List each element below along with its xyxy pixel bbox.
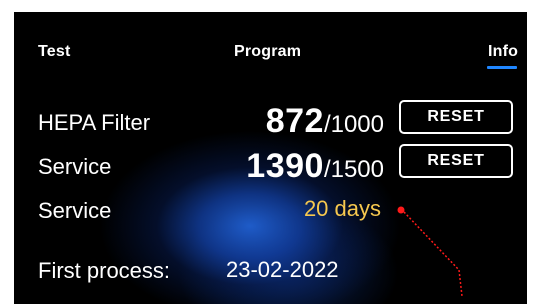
hepa-filter-current: 872 [265, 102, 324, 140]
service-days-value: 20 days [303, 196, 381, 221]
service-days-label: Service [38, 198, 112, 223]
service-total: /1500 [323, 156, 384, 183]
service-reset-button[interactable]: RESET [399, 144, 513, 178]
tab-info[interactable]: Info [488, 44, 518, 60]
device-frame: Test Program Info HEPA Filter 872/1000 R… [0, 0, 535, 304]
service-current: 1390 [246, 147, 324, 185]
device-screen: Test Program Info HEPA Filter 872/1000 R… [14, 12, 527, 304]
tab-program[interactable]: Program [234, 44, 301, 60]
hepa-filter-reset-button[interactable]: RESET [399, 100, 513, 134]
first-process-label: First process: [38, 258, 171, 283]
service-counter: 1390/1500 [246, 149, 384, 183]
tab-info-active-underline [487, 66, 517, 69]
tab-test[interactable]: Test [38, 44, 71, 60]
hepa-filter-counter: 872/1000 [266, 104, 384, 138]
service-label: Service [38, 154, 112, 179]
hepa-filter-label: HEPA Filter [38, 110, 151, 135]
hepa-filter-total: /1000 [323, 111, 384, 138]
first-process-date: 23-02-2022 [226, 257, 339, 282]
